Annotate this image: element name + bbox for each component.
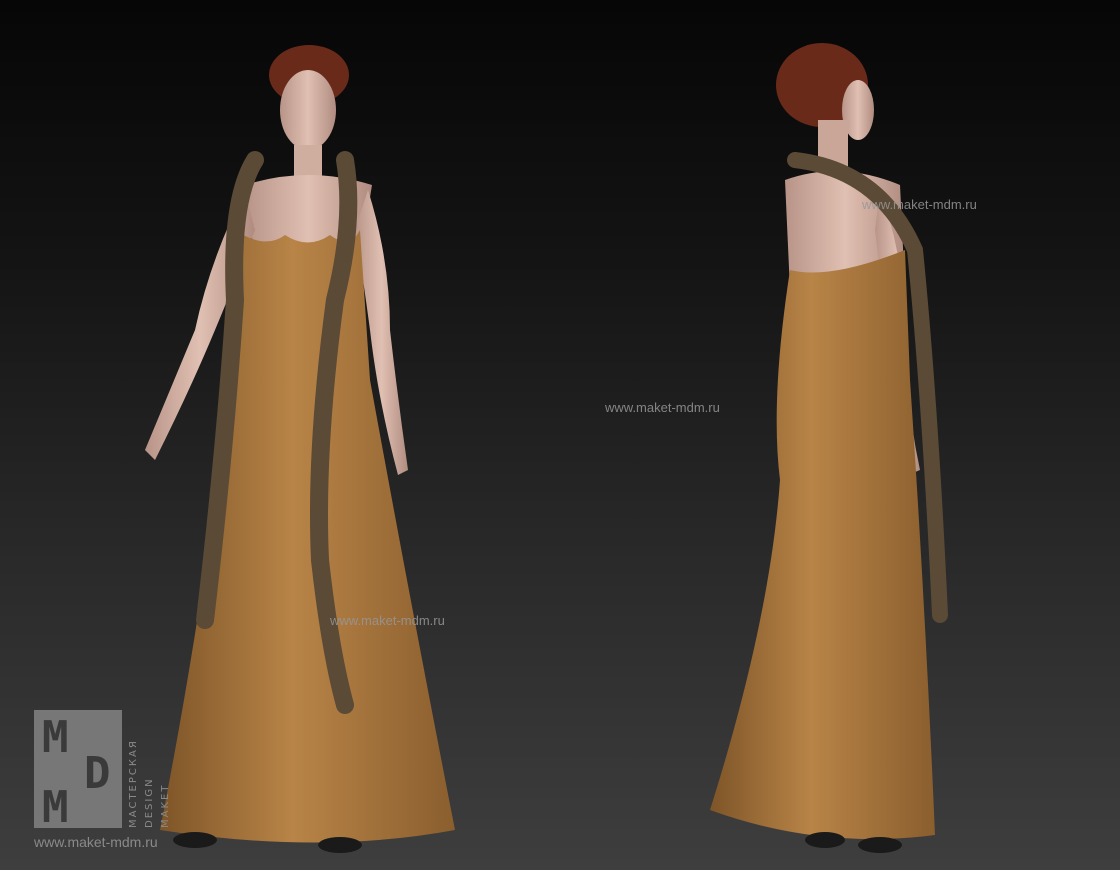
watermark-lower-center: www.maket-mdm.ru [330, 613, 445, 628]
logo-text-masterskaya: МАСТЕРСКАЯ [128, 739, 139, 828]
watermark-center: www.maket-mdm.ru [605, 400, 720, 415]
front-figure [145, 45, 455, 853]
logo-letter-m1: M [42, 712, 69, 763]
logo-letter-m2: M [42, 782, 69, 833]
neck [294, 145, 322, 180]
back-figure [710, 43, 948, 853]
left-shoe [173, 832, 217, 848]
mdm-logo: M D M [34, 710, 122, 833]
head [280, 70, 336, 150]
watermark-top-right: www.maket-mdm.ru [862, 197, 977, 212]
logo-text-design: DESIGN [144, 777, 155, 828]
logo-text-maket: MAKET [160, 783, 171, 828]
3d-render-scene [145, 43, 948, 853]
dress [710, 250, 935, 840]
logo-letter-d: D [84, 748, 111, 799]
right-shoe [318, 837, 362, 853]
right-shoe [858, 837, 902, 853]
left-shoe [805, 832, 845, 848]
logo-url: www.maket-mdm.ru [34, 834, 158, 850]
